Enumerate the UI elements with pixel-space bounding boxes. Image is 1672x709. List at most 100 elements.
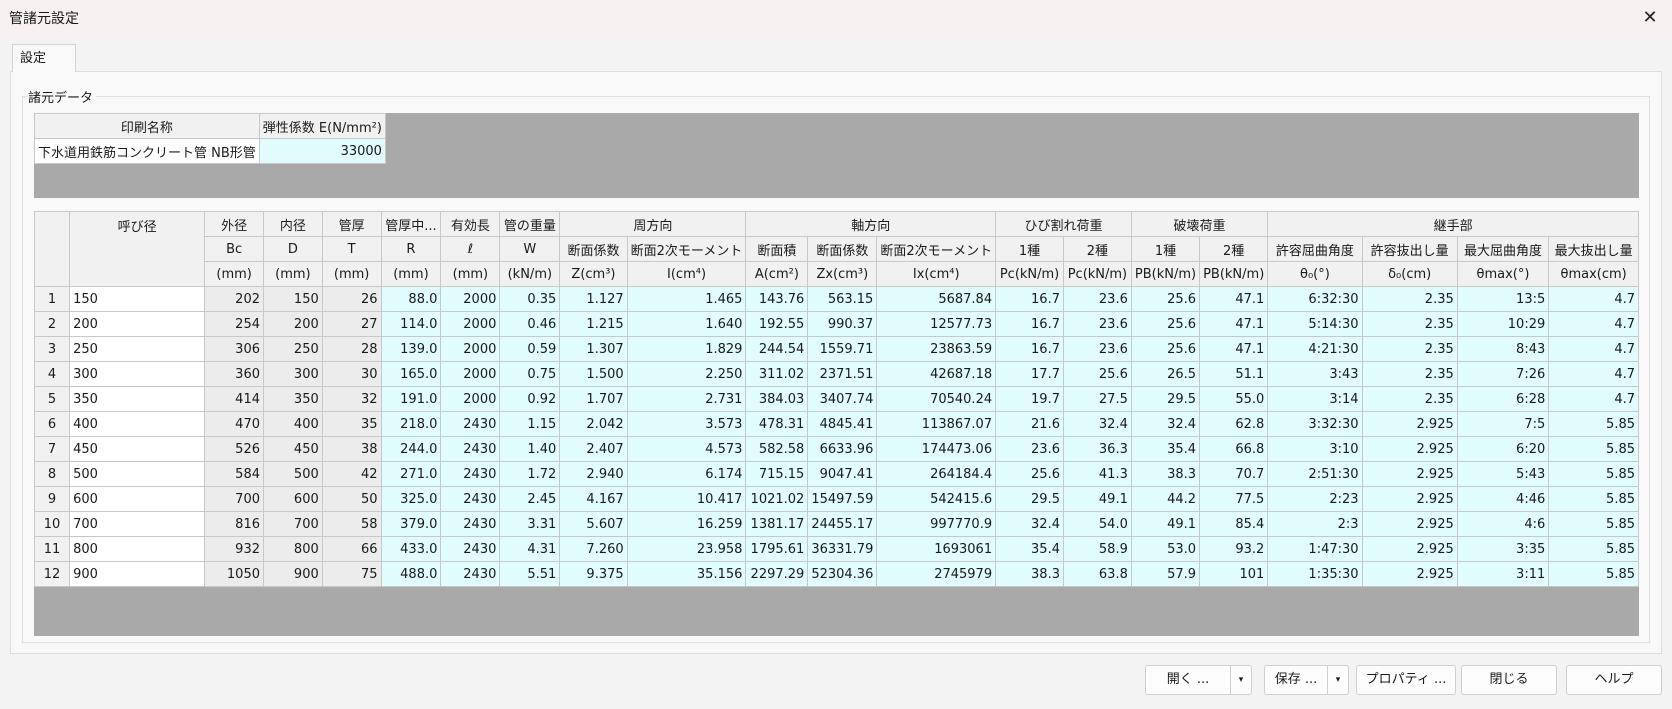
- close-button[interactable]: 閉じる: [1461, 665, 1557, 695]
- table-cell[interactable]: 563.15: [807, 286, 878, 312]
- table-cell[interactable]: 6:32:30: [1267, 286, 1363, 312]
- table-cell[interactable]: 55.0: [1199, 386, 1269, 412]
- table-cell[interactable]: 2.731: [626, 386, 747, 412]
- table-cell[interactable]: 2.042: [559, 411, 628, 437]
- table-row[interactable]: 7 450 526 450 38 244.0 2430 1.40 2.407 4.573 582.5…: [33, 436, 1639, 462]
- table-cell[interactable]: 2371.51: [807, 361, 878, 387]
- table-cell[interactable]: 1.465: [626, 286, 747, 312]
- table-cell[interactable]: 174473.06: [876, 436, 997, 462]
- table-cell[interactable]: 2:23: [1267, 486, 1363, 512]
- nominal-diameter-cell[interactable]: 300: [69, 361, 206, 387]
- table-cell[interactable]: 350: [263, 386, 323, 412]
- table-cell[interactable]: 2.925: [1361, 436, 1458, 462]
- table-cell[interactable]: 1.829: [626, 336, 747, 362]
- table-cell[interactable]: 70540.24: [876, 386, 997, 412]
- table-cell[interactable]: 5.85: [1548, 536, 1639, 562]
- table-cell[interactable]: 66.8: [1199, 436, 1269, 462]
- table-cell[interactable]: 165.0: [380, 361, 442, 387]
- table-cell[interactable]: 58: [321, 511, 382, 537]
- table-cell[interactable]: 2.35: [1361, 336, 1458, 362]
- table-cell[interactable]: 1795.61: [745, 536, 809, 562]
- table-cell[interactable]: 5.85: [1548, 511, 1639, 537]
- table-cell[interactable]: 2.35: [1361, 286, 1458, 312]
- table-cell[interactable]: 4.7: [1548, 386, 1639, 412]
- table-cell[interactable]: 5.85: [1548, 436, 1639, 462]
- table-cell[interactable]: 200: [263, 311, 323, 337]
- table-cell[interactable]: 244.54: [745, 336, 809, 362]
- nominal-diameter-cell[interactable]: 900: [69, 561, 206, 587]
- table-cell[interactable]: 3:14: [1267, 386, 1363, 412]
- table-cell[interactable]: 3.573: [626, 411, 747, 437]
- table-cell[interactable]: 450: [263, 436, 323, 462]
- table-cell[interactable]: 2.925: [1361, 486, 1458, 512]
- table-cell[interactable]: 3:35: [1456, 536, 1550, 562]
- table-cell[interactable]: 300: [263, 361, 323, 387]
- table-cell[interactable]: 101: [1199, 561, 1269, 587]
- table-cell[interactable]: 1.215: [559, 311, 628, 337]
- table-cell[interactable]: 50: [321, 486, 382, 512]
- table-cell[interactable]: 9047.41: [807, 461, 878, 487]
- open-button[interactable]: 開く ...: [1145, 665, 1231, 695]
- close-icon[interactable]: ✕: [1638, 6, 1662, 30]
- table-cell[interactable]: 24455.17: [807, 511, 878, 537]
- table-cell[interactable]: 143.76: [745, 286, 809, 312]
- table-row[interactable]: 1 150 202 150 26 88.0 2000 0.35 1.127 1.465 143.76…: [33, 286, 1639, 312]
- table-cell[interactable]: 700: [204, 486, 264, 512]
- table-cell[interactable]: 2.925: [1361, 511, 1458, 537]
- table-cell[interactable]: 35: [321, 411, 382, 437]
- table-cell[interactable]: 1:47:30: [1267, 536, 1363, 562]
- elastic-modulus-cell[interactable]: 33000: [258, 138, 386, 164]
- table-row[interactable]: 12 900 1050 900 75 488.0 2430 5.51 9.375 35.156 22…: [33, 561, 1639, 587]
- table-cell[interactable]: 0.46: [499, 311, 561, 337]
- table-cell[interactable]: 3:43: [1267, 361, 1363, 387]
- table-cell[interactable]: 139.0: [380, 336, 442, 362]
- table-cell[interactable]: 470: [204, 411, 264, 437]
- table-cell[interactable]: 2297.29: [745, 561, 809, 587]
- table-cell[interactable]: 3:32:30: [1267, 411, 1363, 437]
- table-cell[interactable]: 0.92: [499, 386, 561, 412]
- table-cell[interactable]: 4:46: [1456, 486, 1550, 512]
- table-cell[interactable]: 6633.96: [807, 436, 878, 462]
- table-cell[interactable]: 25.6: [995, 461, 1064, 487]
- table-cell[interactable]: 32.4: [995, 511, 1064, 537]
- nominal-diameter-cell[interactable]: 350: [69, 386, 206, 412]
- table-cell[interactable]: 27.5: [1062, 386, 1132, 412]
- table-row[interactable]: 3 250 306 250 28 139.0 2000 0.59 1.307 1.829 244.5…: [33, 336, 1639, 362]
- table-cell[interactable]: 29.5: [1130, 386, 1201, 412]
- table-cell[interactable]: 93.2: [1199, 536, 1269, 562]
- table-cell[interactable]: 70.7: [1199, 461, 1269, 487]
- table-cell[interactable]: 244.0: [380, 436, 442, 462]
- table-cell[interactable]: 433.0: [380, 536, 442, 562]
- table-cell[interactable]: 1559.71: [807, 336, 878, 362]
- table-cell[interactable]: 2745979: [876, 561, 997, 587]
- table-cell[interactable]: 500: [263, 461, 323, 487]
- table-cell[interactable]: 47.1: [1199, 286, 1269, 312]
- table-cell[interactable]: 54.0: [1062, 511, 1132, 537]
- table-cell[interactable]: 49.1: [1062, 486, 1132, 512]
- table-cell[interactable]: 1.72: [499, 461, 561, 487]
- table-cell[interactable]: 32.4: [1062, 411, 1132, 437]
- table-cell[interactable]: 2.35: [1361, 386, 1458, 412]
- table-cell[interactable]: 53.0: [1130, 536, 1201, 562]
- table-cell[interactable]: 75: [321, 561, 382, 587]
- table-cell[interactable]: 16.259: [626, 511, 747, 537]
- table-cell[interactable]: 478.31: [745, 411, 809, 437]
- table-cell[interactable]: 26.5: [1130, 361, 1201, 387]
- table-cell[interactable]: 6:20: [1456, 436, 1550, 462]
- open-dropdown-icon[interactable]: ▾: [1230, 665, 1252, 695]
- table-cell[interactable]: 306: [204, 336, 264, 362]
- table-cell[interactable]: 1693061: [876, 536, 997, 562]
- table-cell[interactable]: 2.925: [1361, 461, 1458, 487]
- table-cell[interactable]: 49.1: [1130, 511, 1201, 537]
- table-cell[interactable]: 5.85: [1548, 561, 1639, 587]
- table-cell[interactable]: 2:3: [1267, 511, 1363, 537]
- table-cell[interactable]: 41.3: [1062, 461, 1132, 487]
- table-cell[interactable]: 42: [321, 461, 382, 487]
- table-cell[interactable]: 2:51:30: [1267, 461, 1363, 487]
- table-cell[interactable]: 47.1: [1199, 336, 1269, 362]
- table-cell[interactable]: 4.7: [1548, 311, 1639, 337]
- table-cell[interactable]: 7.260: [559, 536, 628, 562]
- table-cell[interactable]: 900: [263, 561, 323, 587]
- table-cell[interactable]: 16.7: [995, 311, 1064, 337]
- table-cell[interactable]: 23.6: [1062, 336, 1132, 362]
